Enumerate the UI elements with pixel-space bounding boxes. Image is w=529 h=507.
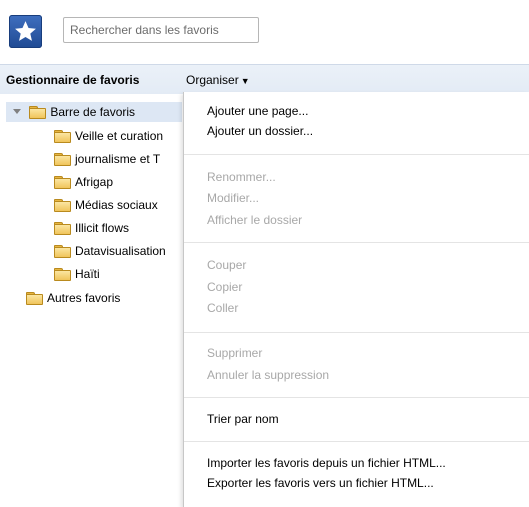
menu-item-delete[interactable]: Supprimer bbox=[207, 346, 262, 360]
tree-item-other-bookmarks[interactable]: Autres favoris bbox=[26, 288, 120, 308]
menu-item-rename[interactable]: Renommer... bbox=[207, 170, 276, 184]
menu-item-copy[interactable]: Copier bbox=[207, 280, 242, 294]
menu-separator bbox=[184, 397, 529, 398]
menu-separator bbox=[184, 332, 529, 333]
tree-item-folder[interactable]: Médias sociaux bbox=[54, 195, 158, 215]
tree-item-label: Barre de favoris bbox=[50, 105, 136, 119]
menu-separator bbox=[184, 441, 529, 442]
menu-item-add-folder[interactable]: Ajouter un dossier... bbox=[207, 124, 313, 138]
caret-down-icon: ▼ bbox=[240, 76, 250, 86]
tree-item-label: Veille et curation bbox=[75, 129, 164, 143]
menu-separator bbox=[184, 154, 529, 155]
folder-icon bbox=[54, 244, 71, 258]
tree-item-label: Illicit flows bbox=[75, 221, 130, 235]
folder-icon bbox=[54, 221, 71, 235]
folder-icon bbox=[54, 267, 71, 281]
menu-item-sort-by-name[interactable]: Trier par nom bbox=[207, 412, 279, 426]
menu-item-edit[interactable]: Modifier... bbox=[207, 191, 259, 205]
menu-item-add-page[interactable]: Ajouter une page... bbox=[207, 104, 308, 118]
organize-menu-button[interactable]: Organiser ▼ bbox=[186, 73, 250, 87]
tree-item-label: Afrigap bbox=[75, 175, 114, 189]
folder-open-icon bbox=[29, 105, 47, 119]
tree-item-folder[interactable]: Haïti bbox=[54, 264, 100, 284]
tree-item-label: Datavisualisation bbox=[75, 244, 166, 258]
tree-item-bookmarks-bar[interactable]: Barre de favoris bbox=[6, 102, 182, 122]
tree-item-folder[interactable]: journalisme et T bbox=[54, 149, 160, 169]
folder-icon bbox=[26, 291, 43, 305]
tree-item-label: Médias sociaux bbox=[75, 198, 158, 212]
folder-icon bbox=[54, 152, 71, 166]
folder-icon bbox=[54, 129, 71, 143]
menu-item-import-html[interactable]: Importer les favoris depuis un fichier H… bbox=[207, 456, 446, 470]
tree-item-folder[interactable]: Datavisualisation bbox=[54, 241, 166, 261]
menu-item-export-html[interactable]: Exporter les favoris vers un fichier HTM… bbox=[207, 476, 434, 490]
organize-dropdown-menu: Ajouter une page... Ajouter un dossier..… bbox=[183, 92, 529, 507]
tree-item-folder[interactable]: Afrigap bbox=[54, 172, 113, 192]
menu-item-show-folder[interactable]: Afficher le dossier bbox=[207, 213, 302, 227]
folder-icon bbox=[54, 175, 71, 189]
tree-item-label: journalisme et T bbox=[75, 152, 161, 166]
tree-item-folder[interactable]: Illicit flows bbox=[54, 218, 129, 238]
tree-item-folder[interactable]: Veille et curation bbox=[54, 126, 163, 146]
tree-item-label: Autres favoris bbox=[47, 291, 121, 305]
bookmark-star-icon bbox=[9, 15, 42, 48]
search-input[interactable] bbox=[63, 17, 259, 43]
menu-item-undo-delete[interactable]: Annuler la suppression bbox=[207, 368, 329, 382]
menu-separator bbox=[184, 242, 529, 243]
menu-item-paste[interactable]: Coller bbox=[207, 301, 238, 315]
toolbar: Gestionnaire de favoris Organiser ▼ bbox=[0, 64, 529, 94]
header bbox=[0, 0, 529, 64]
folder-icon bbox=[54, 198, 71, 212]
collapse-arrow-icon[interactable] bbox=[13, 109, 21, 114]
tree-item-label: Haïti bbox=[75, 267, 100, 281]
page-title: Gestionnaire de favoris bbox=[6, 73, 140, 87]
organize-label: Organiser bbox=[186, 73, 239, 87]
menu-item-cut[interactable]: Couper bbox=[207, 258, 246, 272]
